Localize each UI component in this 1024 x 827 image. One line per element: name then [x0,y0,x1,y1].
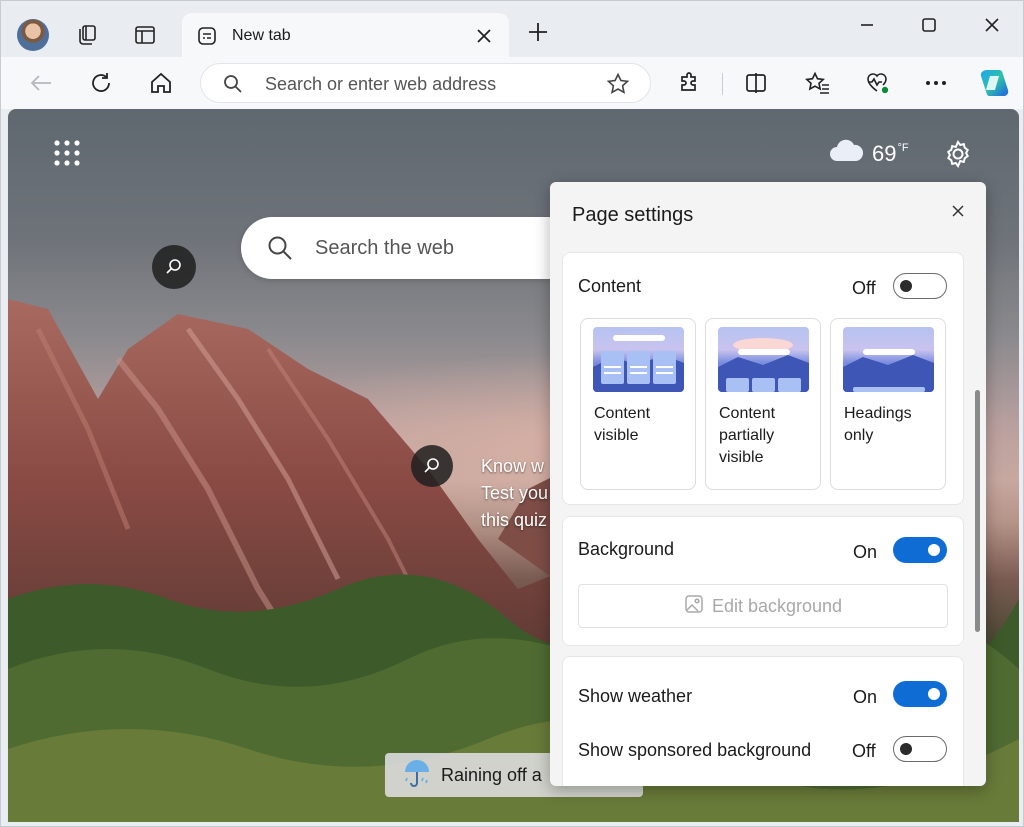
tab-title: New tab [232,27,291,44]
web-search-input[interactable] [315,235,555,261]
profile-avatar[interactable] [17,19,49,51]
home-icon[interactable] [146,69,176,97]
content-toggle[interactable] [893,273,947,299]
show-weather-toggle[interactable] [893,681,947,707]
layout-option-label: Content partially visible [719,405,776,466]
maximize-icon[interactable] [913,11,945,39]
weather-sponsored-card: Show weather On Show sponsored backgroun… [562,656,964,786]
address-bar[interactable] [200,63,651,103]
address-input[interactable] [265,72,585,96]
browser-toolbar [1,57,1023,109]
page-settings-gear-icon[interactable] [943,139,973,169]
show-weather-label: Show weather [578,686,693,706]
layout-option-label: Content visible [594,405,651,444]
window-close-icon[interactable] [976,11,1008,39]
browser-window: New tab Search or enter web address 69 °… [0,0,1024,827]
apps-launcher-icon[interactable] [53,139,81,167]
back-arrow-icon[interactable] [26,69,56,97]
content-label: Content [578,276,642,296]
show-sponsored-background-toggle[interactable] [893,736,947,762]
quiz-teaser[interactable]: Know w Test you this quiz [481,453,556,534]
title-bar: New tab [1,1,1023,59]
workspaces-icon[interactable] [73,21,101,49]
layout-thumbnail [843,327,934,392]
edit-background-button[interactable]: Edit background [578,584,948,628]
quiz-line: Test you [481,483,549,503]
weather-unit: °F [897,141,909,154]
quiz-hotspot-search-icon[interactable] [411,445,453,487]
weather-widget[interactable]: 69 °F [828,139,909,168]
panel-close-icon[interactable] [947,200,969,222]
search-icon [223,74,243,99]
page-settings-panel: Page settings Content Off Content visibl… [550,182,986,786]
new-tab-favicon-icon [196,25,218,47]
split-screen-icon[interactable] [741,69,771,97]
refresh-icon[interactable] [86,69,116,97]
tab-new-tab[interactable]: New tab [182,13,509,59]
show-sponsored-background-state: Off [852,741,876,761]
image-hotspot-search-icon[interactable] [152,245,196,289]
panel-title: Page settings [572,204,694,226]
layout-content-partially-visible[interactable]: Content partially visible [705,318,821,490]
minimize-icon[interactable] [851,11,883,39]
content-card: Content Off Content visible Content part… [562,252,964,505]
background-state: On [853,542,878,562]
copilot-icon[interactable] [977,67,1011,99]
layout-option-label: Headings only [844,405,912,444]
layout-headings-only[interactable]: Headings only [830,318,946,490]
background-card: Background On Edit background [562,516,964,646]
show-weather-state: On [853,687,878,707]
more-options-icon[interactable] [921,69,951,97]
web-search-icon [267,235,293,266]
new-tab-plus-icon[interactable] [524,21,552,49]
tab-close-icon[interactable] [473,25,495,47]
weather-temperature: 69 [872,140,897,166]
vertical-tabs-icon[interactable] [131,21,159,49]
quiz-line: this quiz [481,510,548,530]
favorites-icon[interactable] [803,69,833,97]
quiz-line: Know w [481,456,545,476]
rain-banner-text: Raining off a [441,764,542,785]
web-search-box[interactable] [241,217,601,279]
browser-essentials-icon[interactable] [863,69,893,97]
layout-thumbnail [593,327,684,392]
background-label: Background [578,539,675,559]
cloud-icon [828,139,864,168]
show-sponsored-background-label: Show sponsored background [578,740,812,760]
image-icon [684,594,704,619]
layout-thumbnail [718,327,809,392]
edit-background-label: Edit background [711,595,843,616]
content-state: Off [852,278,876,298]
background-toggle[interactable] [893,537,947,563]
favorite-star-icon[interactable] [606,72,630,101]
toolbar-divider [722,73,723,95]
panel-scrollbar[interactable] [975,390,980,632]
extensions-icon[interactable] [675,69,705,97]
umbrella-icon [401,758,433,793]
layout-content-visible[interactable]: Content visible [580,318,696,490]
